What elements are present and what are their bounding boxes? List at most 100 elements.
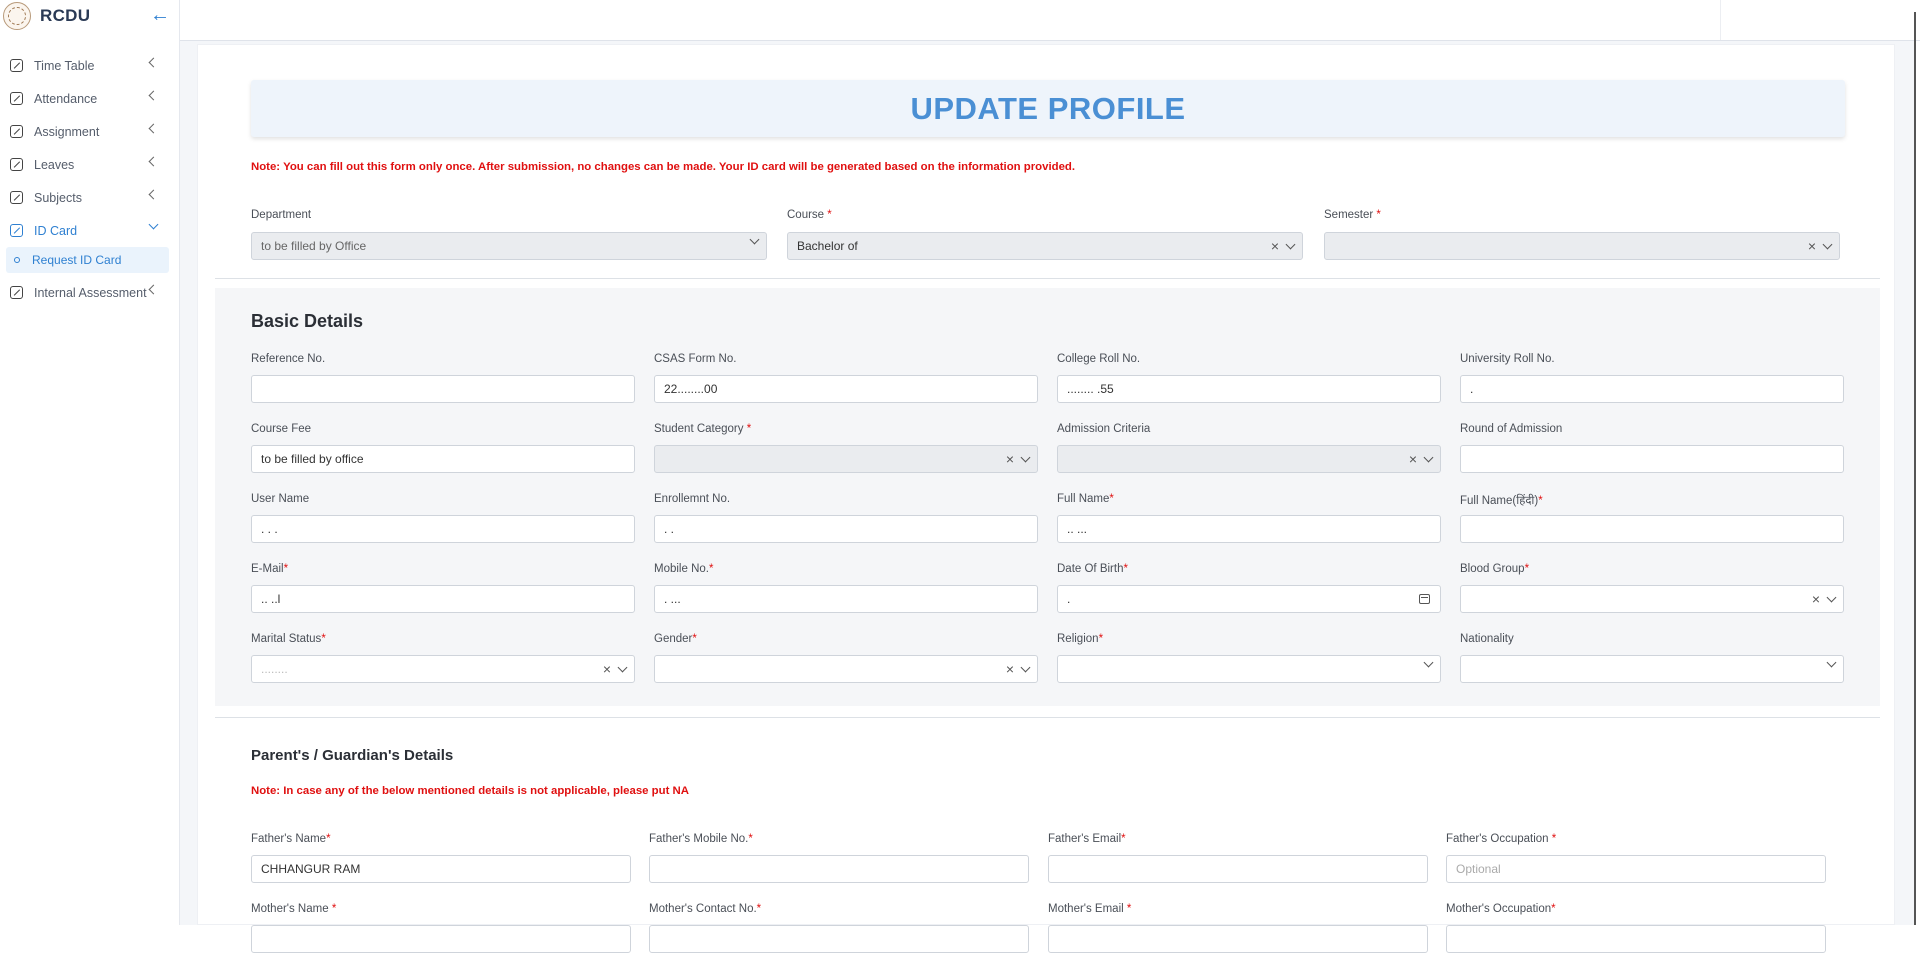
clear-icon[interactable]: ×	[1006, 662, 1014, 676]
clear-icon[interactable]: ×	[603, 662, 611, 676]
collapse-sidebar-arrow-icon[interactable]: ←	[150, 3, 170, 27]
semester-select[interactable]: ×	[1324, 232, 1840, 260]
sidebar-item-id-card[interactable]: ID Card	[0, 214, 179, 247]
department-select[interactable]: to be filled by Office	[251, 232, 767, 260]
department-value: to be filled by Office	[261, 239, 367, 253]
chevron-left-icon	[148, 123, 159, 134]
sidebar: RCDU ← Time Table Attendance Assignment …	[0, 0, 180, 925]
sidebar-item-label: Subjects	[34, 190, 82, 205]
email-input[interactable]: .. ..l	[251, 585, 635, 613]
religion-label: Religion*	[1057, 633, 1104, 645]
college-logo-icon	[3, 2, 31, 30]
edit-square-icon	[10, 59, 23, 72]
chevron-left-icon	[148, 156, 159, 167]
father-name-label: Father's Name*	[251, 833, 331, 845]
father-mobile-input[interactable]	[649, 855, 1029, 883]
gender-select[interactable]: ×	[654, 655, 1038, 683]
university-roll-no-input[interactable]: .	[1460, 375, 1844, 403]
sidebar-item-label: Time Table	[34, 58, 95, 73]
full-name-hindi-input[interactable]	[1460, 515, 1844, 543]
basic-details-section	[215, 288, 1880, 706]
edit-square-icon	[10, 92, 23, 105]
date-of-birth-input[interactable]: .	[1057, 585, 1441, 613]
father-email-label: Father's Email*	[1048, 833, 1126, 845]
brand: RCDU ←	[0, 0, 179, 32]
sidebar-item-label: Internal Assessment	[34, 285, 147, 300]
chevron-down-icon	[1822, 239, 1833, 249]
csas-form-no-label: CSAS Form No.	[654, 353, 737, 365]
chevron-down-icon	[1020, 662, 1031, 672]
sidebar-item-label: Assignment	[34, 124, 100, 139]
enrollment-no-label: Enrollemnt No.	[654, 493, 731, 505]
reference-no-label: Reference No.	[251, 353, 326, 365]
sidebar-item-internal-assessment[interactable]: Internal Assessment	[0, 276, 179, 309]
sidebar-item-label: Attendance	[34, 91, 98, 106]
sidebar-item-subjects[interactable]: Subjects	[0, 181, 179, 214]
reference-no-input[interactable]	[251, 375, 635, 403]
mother-name-label: Mother's Name *	[251, 903, 337, 915]
scrollbar-track[interactable]	[1914, 12, 1916, 925]
course-select[interactable]: Bachelor of ×	[787, 232, 1303, 260]
page-title: UPDATE PROFILE	[910, 90, 1186, 126]
mobile-no-label: Mobile No.*	[654, 563, 714, 575]
father-name-input[interactable]: CHHANGUR RAM	[251, 855, 631, 883]
gender-label: Gender*	[654, 633, 697, 645]
chevron-left-icon	[148, 189, 159, 200]
edit-square-icon	[10, 224, 23, 237]
mother-email-input[interactable]	[1048, 925, 1428, 953]
edit-square-icon	[10, 158, 23, 171]
marital-status-select[interactable]: ........ ×	[251, 655, 635, 683]
user-name-input[interactable]: . . .	[251, 515, 635, 543]
calendar-icon[interactable]	[1419, 594, 1430, 604]
chevron-down-icon	[1826, 592, 1837, 602]
student-category-select[interactable]: ×	[654, 445, 1038, 473]
edit-square-icon	[10, 125, 23, 138]
blood-group-select[interactable]: ×	[1460, 585, 1844, 613]
sidebar-item-time-table[interactable]: Time Table	[0, 49, 179, 82]
mother-occupation-input[interactable]	[1446, 925, 1826, 953]
mother-contact-input[interactable]	[649, 925, 1029, 953]
clear-icon[interactable]: ×	[1808, 239, 1816, 253]
university-roll-no-label: University Roll No.	[1460, 353, 1555, 365]
clear-icon[interactable]: ×	[1271, 239, 1279, 253]
main-content: UPDATE PROFILE Note: You can fill out th…	[197, 44, 1895, 953]
csas-form-no-input[interactable]: 22........00	[654, 375, 1038, 403]
top-bar	[180, 0, 1920, 41]
enrollment-no-input[interactable]: . .	[654, 515, 1038, 543]
religion-select[interactable]	[1057, 655, 1441, 683]
college-roll-no-input[interactable]: ........ .55	[1057, 375, 1441, 403]
chevron-down-icon	[617, 662, 628, 672]
father-email-input[interactable]	[1048, 855, 1428, 883]
course-fee-input[interactable]: to be filled by office	[251, 445, 635, 473]
college-roll-no-label: College Roll No.	[1057, 353, 1141, 365]
divider	[215, 717, 1880, 718]
course-label: Course *	[787, 209, 832, 221]
user-name-label: User Name	[251, 493, 310, 505]
round-of-admission-label: Round of Admission	[1460, 423, 1563, 435]
divider	[215, 278, 1880, 279]
clear-icon[interactable]: ×	[1006, 452, 1014, 466]
mobile-no-input[interactable]: . ...	[654, 585, 1038, 613]
mother-contact-label: Mother's Contact No.*	[649, 903, 762, 915]
sidebar-item-attendance[interactable]: Attendance	[0, 82, 179, 115]
admission-criteria-select[interactable]: ×	[1057, 445, 1441, 473]
clear-icon[interactable]: ×	[1812, 592, 1820, 606]
clear-icon[interactable]: ×	[1409, 452, 1417, 466]
course-value: Bachelor of	[797, 239, 858, 253]
edit-square-icon	[10, 191, 23, 204]
full-name-input[interactable]: .. ...	[1057, 515, 1441, 543]
sidebar-item-label: Leaves	[34, 157, 75, 172]
sidebar-item-label: ID Card	[34, 223, 78, 238]
father-occupation-input[interactable]: Optional	[1446, 855, 1826, 883]
sidebar-subitem-request-id-card[interactable]: Request ID Card	[6, 247, 169, 273]
sidebar-item-leaves[interactable]: Leaves	[0, 148, 179, 181]
mother-name-input[interactable]	[251, 925, 631, 953]
chevron-down-icon	[1423, 657, 1434, 668]
nationality-select[interactable]	[1460, 655, 1844, 683]
sidebar-item-assignment[interactable]: Assignment	[0, 115, 179, 148]
form-once-note: Note: You can fill out this form only on…	[251, 161, 1076, 173]
student-category-label: Student Category *	[654, 423, 752, 435]
blood-group-label: Blood Group*	[1460, 563, 1530, 575]
nationality-label: Nationality	[1460, 633, 1514, 645]
round-of-admission-input[interactable]	[1460, 445, 1844, 473]
